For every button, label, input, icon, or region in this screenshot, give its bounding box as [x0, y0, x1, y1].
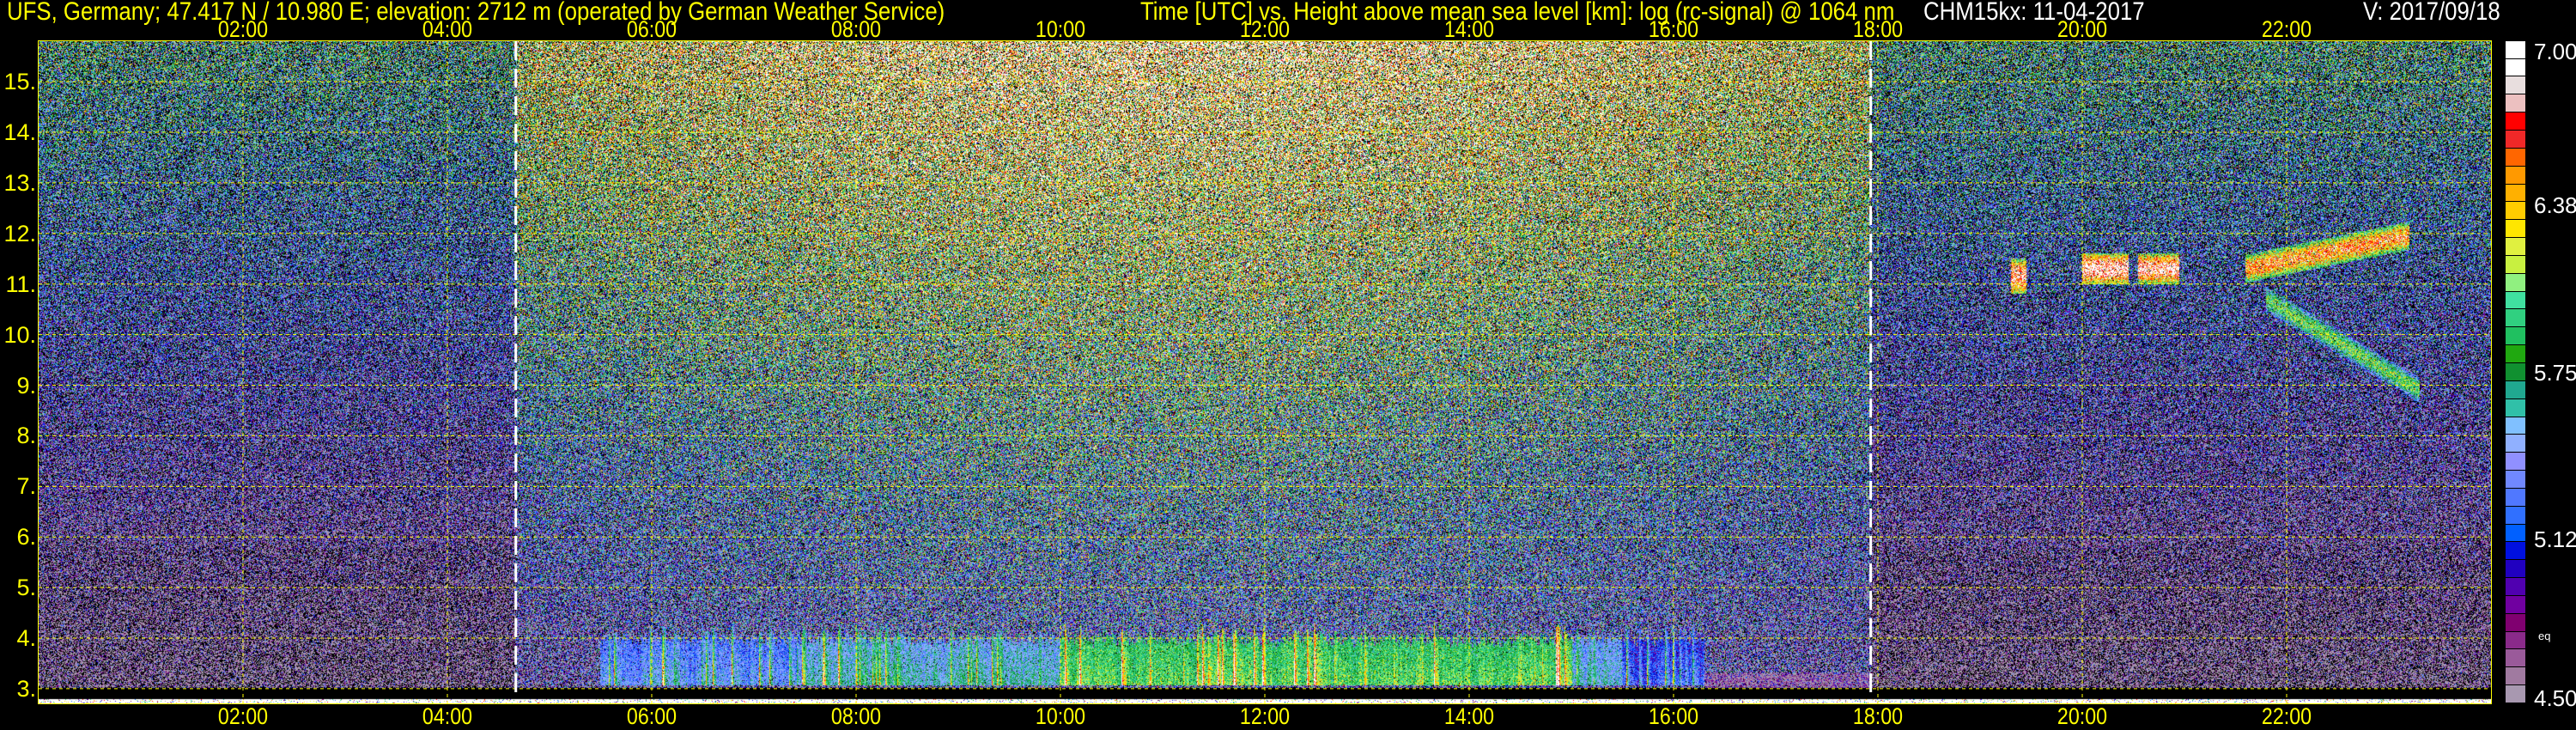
- x-tick-label: 22:00: [2250, 704, 2324, 728]
- colorbar-band: [2506, 399, 2525, 417]
- x-tick-label: 04:00: [410, 704, 484, 728]
- colorbar-band: [2506, 649, 2525, 667]
- colorbar-band: [2506, 525, 2525, 543]
- y-tick-label: 4.: [0, 626, 36, 650]
- y-tick-label: 7.: [0, 474, 36, 498]
- x-tick-label: 12:00: [1228, 17, 1302, 41]
- y-tick-label: 14.: [0, 120, 36, 144]
- x-tick-label: 10:00: [1024, 17, 1097, 41]
- colorbar-band: [2506, 363, 2525, 381]
- colorbar-band: [2506, 94, 2525, 113]
- colorbar-band: [2506, 471, 2525, 489]
- colorbar-band: [2506, 327, 2525, 345]
- colorbar-band: [2506, 489, 2525, 507]
- x-tick-label: 22:00: [2250, 17, 2324, 41]
- y-tick-label: 11.: [0, 272, 36, 296]
- colorbar-band: [2506, 167, 2525, 185]
- colorbar-band: [2506, 41, 2525, 59]
- x-tick-label: 02:00: [206, 17, 280, 41]
- x-tick-label: 12:00: [1228, 704, 1302, 728]
- colorbar-band: [2506, 220, 2525, 238]
- colorbar-band: [2506, 256, 2525, 274]
- colorbar-tick-label: 7.00: [2534, 40, 2576, 63]
- x-tick-label: 18:00: [1841, 17, 1915, 41]
- colorbar-band: [2506, 202, 2525, 220]
- version-label: V: 2017/09/18: [2363, 0, 2500, 26]
- colorbar-band: [2506, 345, 2525, 363]
- colorbar-band: [2506, 614, 2525, 632]
- y-tick-label: 3.: [0, 677, 36, 701]
- colorbar-note: eq: [2538, 630, 2550, 642]
- x-tick-label: 14:00: [1432, 704, 1506, 728]
- x-tick-label: 16:00: [1637, 17, 1710, 41]
- colorbar-tick-label: 5.12: [2534, 528, 2576, 551]
- y-tick-label: 13.: [0, 171, 36, 195]
- colorbar-band: [2506, 453, 2525, 471]
- colorbar-band: [2506, 578, 2525, 596]
- colorbar-band: [2506, 238, 2525, 256]
- colorbar-band: [2506, 113, 2525, 131]
- y-tick-label: 10.: [0, 323, 36, 347]
- x-tick-label: 06:00: [615, 17, 689, 41]
- backscatter-heatmap: [39, 41, 2491, 703]
- colorbar-tick-label: 5.75: [2534, 362, 2576, 384]
- colorbar-band: [2506, 309, 2525, 327]
- x-tick-label: 02:00: [206, 704, 280, 728]
- colorbar: [2506, 41, 2525, 703]
- colorbar-band: [2506, 435, 2525, 453]
- y-tick-label: 15.: [0, 70, 36, 94]
- colorbar-band: [2506, 667, 2525, 685]
- colorbar-band: [2506, 542, 2525, 560]
- colorbar-band: [2506, 292, 2525, 310]
- colorbar-band: [2506, 381, 2525, 399]
- colorbar-band: [2506, 149, 2525, 167]
- y-tick-label: 6.: [0, 525, 36, 549]
- colorbar-band: [2506, 274, 2525, 292]
- x-tick-label: 06:00: [615, 704, 689, 728]
- colorbar-band: [2506, 685, 2525, 703]
- x-tick-label: 08:00: [819, 704, 893, 728]
- y-tick-label: 5.: [0, 575, 36, 599]
- x-tick-label: 20:00: [2045, 704, 2119, 728]
- x-tick-label: 18:00: [1841, 704, 1915, 728]
- colorbar-band: [2506, 507, 2525, 525]
- x-tick-label: 08:00: [819, 17, 893, 41]
- x-tick-label: 10:00: [1024, 704, 1097, 728]
- colorbar-band: [2506, 185, 2525, 203]
- colorbar-band: [2506, 596, 2525, 614]
- x-tick-label: 16:00: [1637, 704, 1710, 728]
- colorbar-band: [2506, 417, 2525, 435]
- colorbar-band: [2506, 560, 2525, 578]
- colorbar-band: [2506, 76, 2525, 94]
- colorbar-tick-label: 4.50: [2534, 687, 2576, 709]
- colorbar-tick-label: 6.38: [2534, 194, 2576, 216]
- y-tick-label: 9.: [0, 374, 36, 398]
- y-tick-label: 8.: [0, 423, 36, 447]
- y-tick-label: 12.: [0, 222, 36, 246]
- x-tick-label: 04:00: [410, 17, 484, 41]
- colorbar-band: [2506, 131, 2525, 149]
- grid-overlay: [39, 41, 2491, 703]
- x-tick-label: 20:00: [2045, 17, 2119, 41]
- colorbar-band: [2506, 59, 2525, 77]
- x-tick-label: 14:00: [1432, 17, 1506, 41]
- colorbar-band: [2506, 632, 2525, 650]
